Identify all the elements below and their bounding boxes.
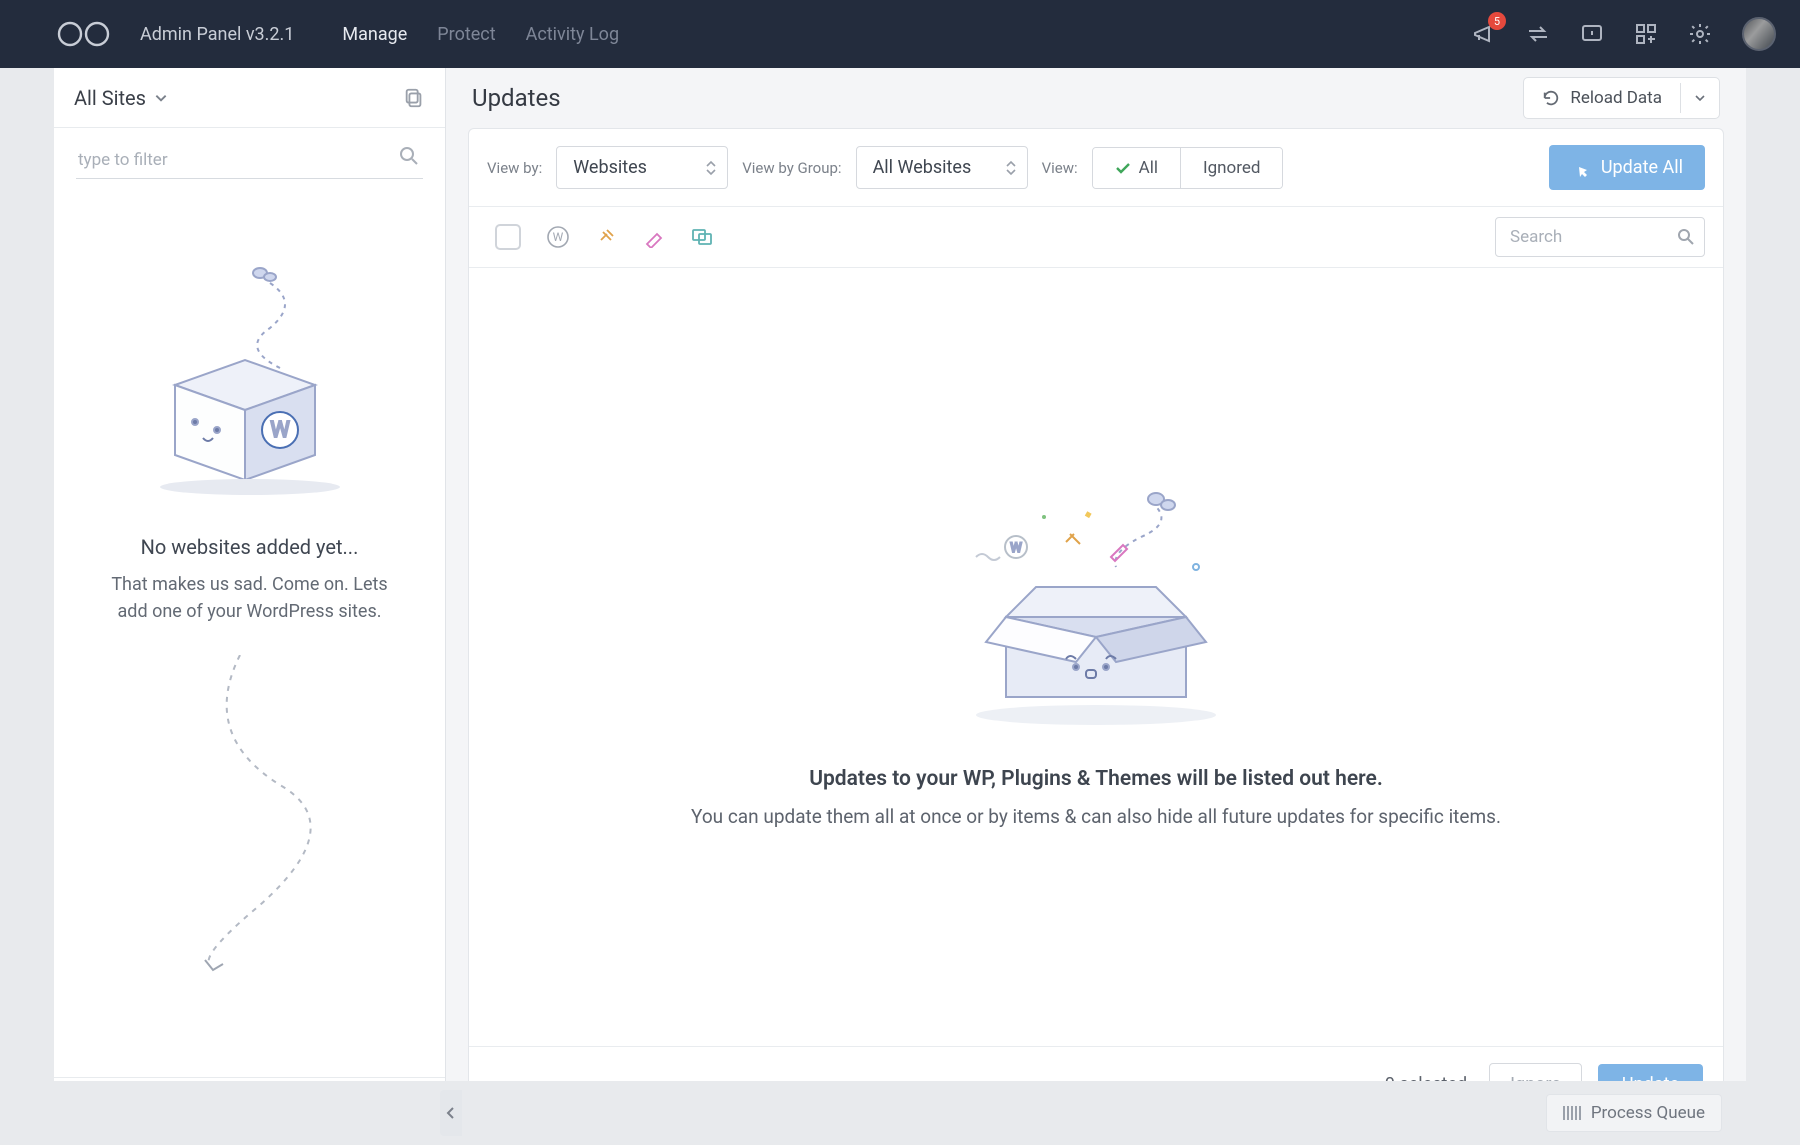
queue-icon (1563, 1106, 1581, 1120)
reload-label: Reload Data (1570, 88, 1662, 108)
sidebar-header: All Sites (54, 68, 445, 128)
announcements-icon[interactable]: 5 (1472, 22, 1496, 46)
svg-text:W: W (1010, 541, 1022, 556)
sidebar-footer: Add Site (54, 1077, 445, 1145)
logo (52, 19, 122, 49)
page-title: Updates (472, 84, 561, 112)
all-sites-label: All Sites (74, 86, 146, 110)
updates-empty-state: W (469, 268, 1723, 1046)
chevron-left-icon (446, 1106, 456, 1120)
view-segment: All Ignored (1092, 147, 1284, 189)
sync-icon[interactable] (1526, 22, 1550, 46)
viewby-value: Websites (573, 157, 647, 178)
add-site-label: Add Site (110, 1102, 173, 1122)
main-nav: Manage Protect Activity Log (342, 24, 619, 45)
reload-icon (1542, 89, 1560, 107)
group-select[interactable]: All Websites (856, 146, 1028, 189)
empty-box-illustration: W (140, 265, 360, 495)
process-queue-label: Process Queue (1591, 1103, 1705, 1123)
sort-icon (705, 160, 717, 176)
content: Updates Reload Data View by: Websites (446, 68, 1746, 1145)
selected-count: 0 selected (1385, 1074, 1467, 1095)
plus-icon (86, 1104, 102, 1120)
update-all-button[interactable]: Update All (1549, 145, 1705, 190)
card-footer: 0 selected Ignore Update (469, 1046, 1723, 1122)
wordpress-filter-icon[interactable]: W (547, 226, 569, 248)
search-icon (1677, 228, 1695, 246)
message-icon[interactable] (1580, 22, 1604, 46)
chevron-down-icon (154, 91, 168, 105)
seg-ignored[interactable]: Ignored (1180, 148, 1282, 188)
seg-all[interactable]: All (1093, 148, 1180, 188)
check-icon (1115, 160, 1131, 176)
open-box-illustration: W (946, 487, 1246, 727)
collapse-sidebar-button[interactable] (440, 1090, 462, 1136)
seg-all-label: All (1139, 158, 1158, 178)
updates-empty-title: Updates to your WP, Plugins & Themes wil… (809, 767, 1383, 791)
sort-icon (1005, 160, 1017, 176)
process-queue-button[interactable]: Process Queue (1546, 1094, 1722, 1132)
avatar[interactable] (1742, 17, 1776, 51)
caret-down-icon (1695, 93, 1705, 103)
theme-filter-icon[interactable] (643, 226, 665, 248)
search-input[interactable] (1495, 217, 1705, 257)
updates-card: View by: Websites View by Group: All Web… (468, 128, 1724, 1123)
sidebar: All Sites (54, 68, 446, 1145)
view-label: View: (1042, 159, 1078, 177)
notification-badge: 5 (1488, 12, 1506, 30)
svg-text:W: W (270, 418, 290, 443)
selection-toolbar: W (469, 207, 1723, 268)
translation-filter-icon[interactable] (691, 226, 713, 248)
topbar: Admin Panel v3.2.1 Manage Protect Activi… (0, 0, 1800, 68)
viewby-label: View by: (487, 159, 542, 177)
update-all-label: Update All (1601, 157, 1683, 178)
nav-manage[interactable]: Manage (342, 24, 407, 45)
apps-icon[interactable] (1634, 22, 1658, 46)
updates-empty-subtitle: You can update them all at once or by it… (691, 805, 1501, 828)
click-icon (1571, 158, 1591, 178)
sidebar-empty-subtitle: That makes us sad. Come on. Lets add one… (100, 571, 400, 625)
all-sites-dropdown[interactable]: All Sites (74, 86, 168, 110)
main: All Sites (54, 68, 1746, 1145)
reload-dropdown[interactable] (1680, 83, 1719, 113)
dashed-arrow-illustration (150, 655, 350, 975)
sidebar-empty-state: W No websites added yet... That makes us… (54, 185, 445, 1077)
search-icon[interactable] (399, 146, 419, 166)
search-wrap (1495, 217, 1705, 257)
group-label: View by Group: (742, 159, 841, 177)
reload-button-group: Reload Data (1523, 77, 1720, 119)
select-all-checkbox[interactable] (495, 224, 521, 250)
brand-label: Admin Panel v3.2.1 (140, 24, 294, 45)
plugin-filter-icon[interactable] (595, 226, 617, 248)
sidebar-empty-title: No websites added yet... (141, 535, 359, 559)
reload-button[interactable]: Reload Data (1524, 78, 1680, 118)
content-header: Updates Reload Data (446, 68, 1746, 128)
nav-activity-log[interactable]: Activity Log (526, 24, 619, 45)
copy-icon[interactable] (403, 87, 425, 109)
group-value: All Websites (873, 157, 972, 178)
filter-input[interactable] (76, 142, 423, 178)
sidebar-filter (54, 128, 445, 185)
svg-text:W: W (553, 230, 564, 244)
viewby-select[interactable]: Websites (556, 146, 728, 189)
filter-toolbar: View by: Websites View by Group: All Web… (469, 129, 1723, 207)
nav-protect[interactable]: Protect (437, 24, 495, 45)
add-site-button[interactable]: Add Site (70, 1092, 189, 1132)
seg-ignored-label: Ignored (1203, 158, 1260, 178)
topbar-right: 5 (1472, 17, 1776, 51)
gear-icon[interactable] (1688, 22, 1712, 46)
